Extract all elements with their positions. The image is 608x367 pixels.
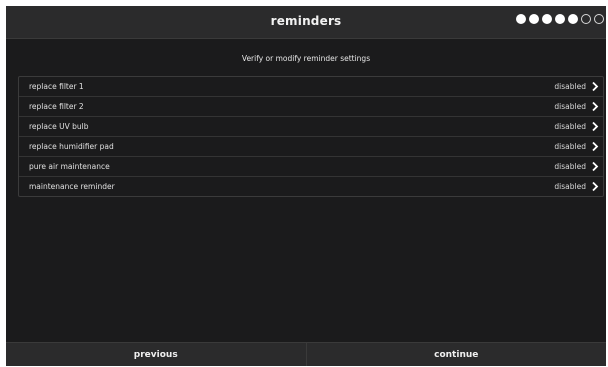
thermostat-screen: reminders Verify or modify reminder sett…	[6, 6, 606, 366]
reminder-label: replace filter 2	[29, 102, 84, 111]
footer-bar: previous continue	[6, 342, 606, 366]
filled-circle-icon	[555, 14, 565, 24]
chevron-right-icon	[592, 141, 599, 152]
reminder-label: replace filter 1	[29, 82, 84, 91]
reminder-row-replace-filter-1[interactable]: replace filter 1 disabled	[19, 77, 603, 97]
reminder-row-pure-air-maintenance[interactable]: pure air maintenance disabled	[19, 157, 603, 177]
chevron-right-icon	[592, 161, 599, 172]
chevron-right-icon	[592, 121, 599, 132]
previous-button[interactable]: previous	[6, 343, 307, 366]
reminder-row-replace-uv-bulb[interactable]: replace UV bulb disabled	[19, 117, 603, 137]
header-bar: reminders	[6, 6, 606, 39]
continue-button[interactable]: continue	[307, 343, 607, 366]
empty-circle-icon	[594, 14, 604, 24]
reminder-label: replace humidifier pad	[29, 142, 114, 151]
filled-circle-icon	[516, 14, 526, 24]
reminder-label: replace UV bulb	[29, 122, 89, 131]
reminder-status: disabled	[554, 102, 586, 111]
reminder-status: disabled	[554, 162, 586, 171]
chevron-right-icon	[592, 101, 599, 112]
empty-circle-icon	[581, 14, 591, 24]
chevron-right-icon	[592, 81, 599, 92]
chevron-right-icon	[592, 181, 599, 192]
reminder-status: disabled	[554, 142, 586, 151]
reminder-label: maintenance reminder	[29, 182, 115, 191]
reminder-row-replace-filter-2[interactable]: replace filter 2 disabled	[19, 97, 603, 117]
reminder-status: disabled	[554, 182, 586, 191]
filled-circle-icon	[529, 14, 539, 24]
filled-circle-icon	[568, 14, 578, 24]
reminder-status: disabled	[554, 122, 586, 131]
instructions-text: Verify or modify reminder settings	[241, 54, 371, 63]
reminder-status: disabled	[554, 82, 586, 91]
reminder-label: pure air maintenance	[29, 162, 110, 171]
reminder-row-replace-humidifier-pad[interactable]: replace humidifier pad disabled	[19, 137, 603, 157]
progress-indicator	[516, 14, 604, 24]
filled-circle-icon	[542, 14, 552, 24]
reminder-row-maintenance-reminder[interactable]: maintenance reminder disabled	[19, 177, 603, 196]
reminder-list: replace filter 1 disabled replace filter…	[18, 76, 604, 197]
